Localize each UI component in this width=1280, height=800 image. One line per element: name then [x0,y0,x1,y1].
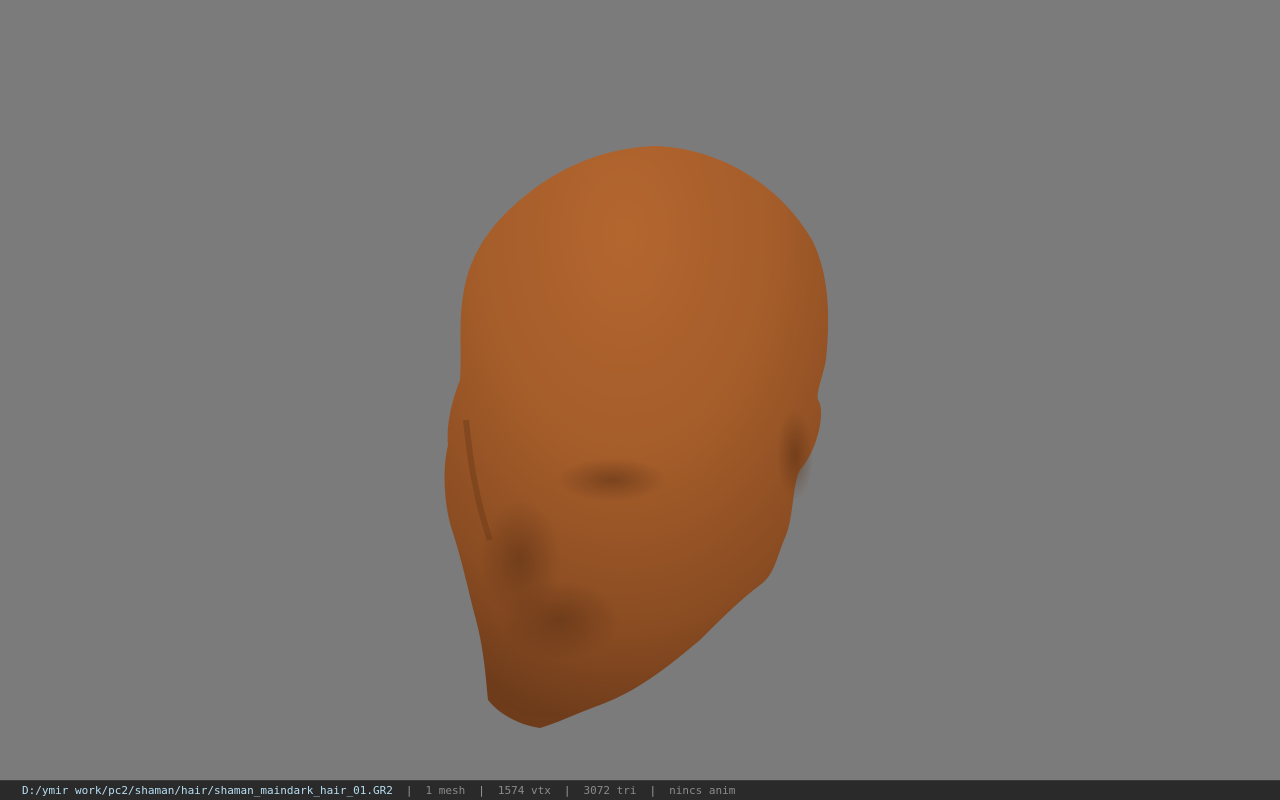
status-separator: | [478,784,485,797]
mesh-count: 1 mesh [425,784,466,797]
head-mesh [444,146,829,728]
status-separator: | [649,784,657,797]
head-model[interactable] [0,0,1280,780]
3d-viewport[interactable] [0,0,1280,780]
status-separator: | [405,784,413,797]
mouth-shadow [500,580,620,660]
brow-shadow [557,458,667,502]
ear-shadow [777,410,813,500]
triangle-count: 3072 tri [583,784,637,797]
status-bar: D:/ymir work/pc2/shaman/hair/shaman_main… [0,780,1280,800]
animation-status: nincs anim [669,784,736,797]
file-path: D:/ymir work/pc2/shaman/hair/shaman_main… [22,784,393,797]
status-separator: | [563,784,571,797]
vertex-count: 1574 vtx [497,784,551,797]
